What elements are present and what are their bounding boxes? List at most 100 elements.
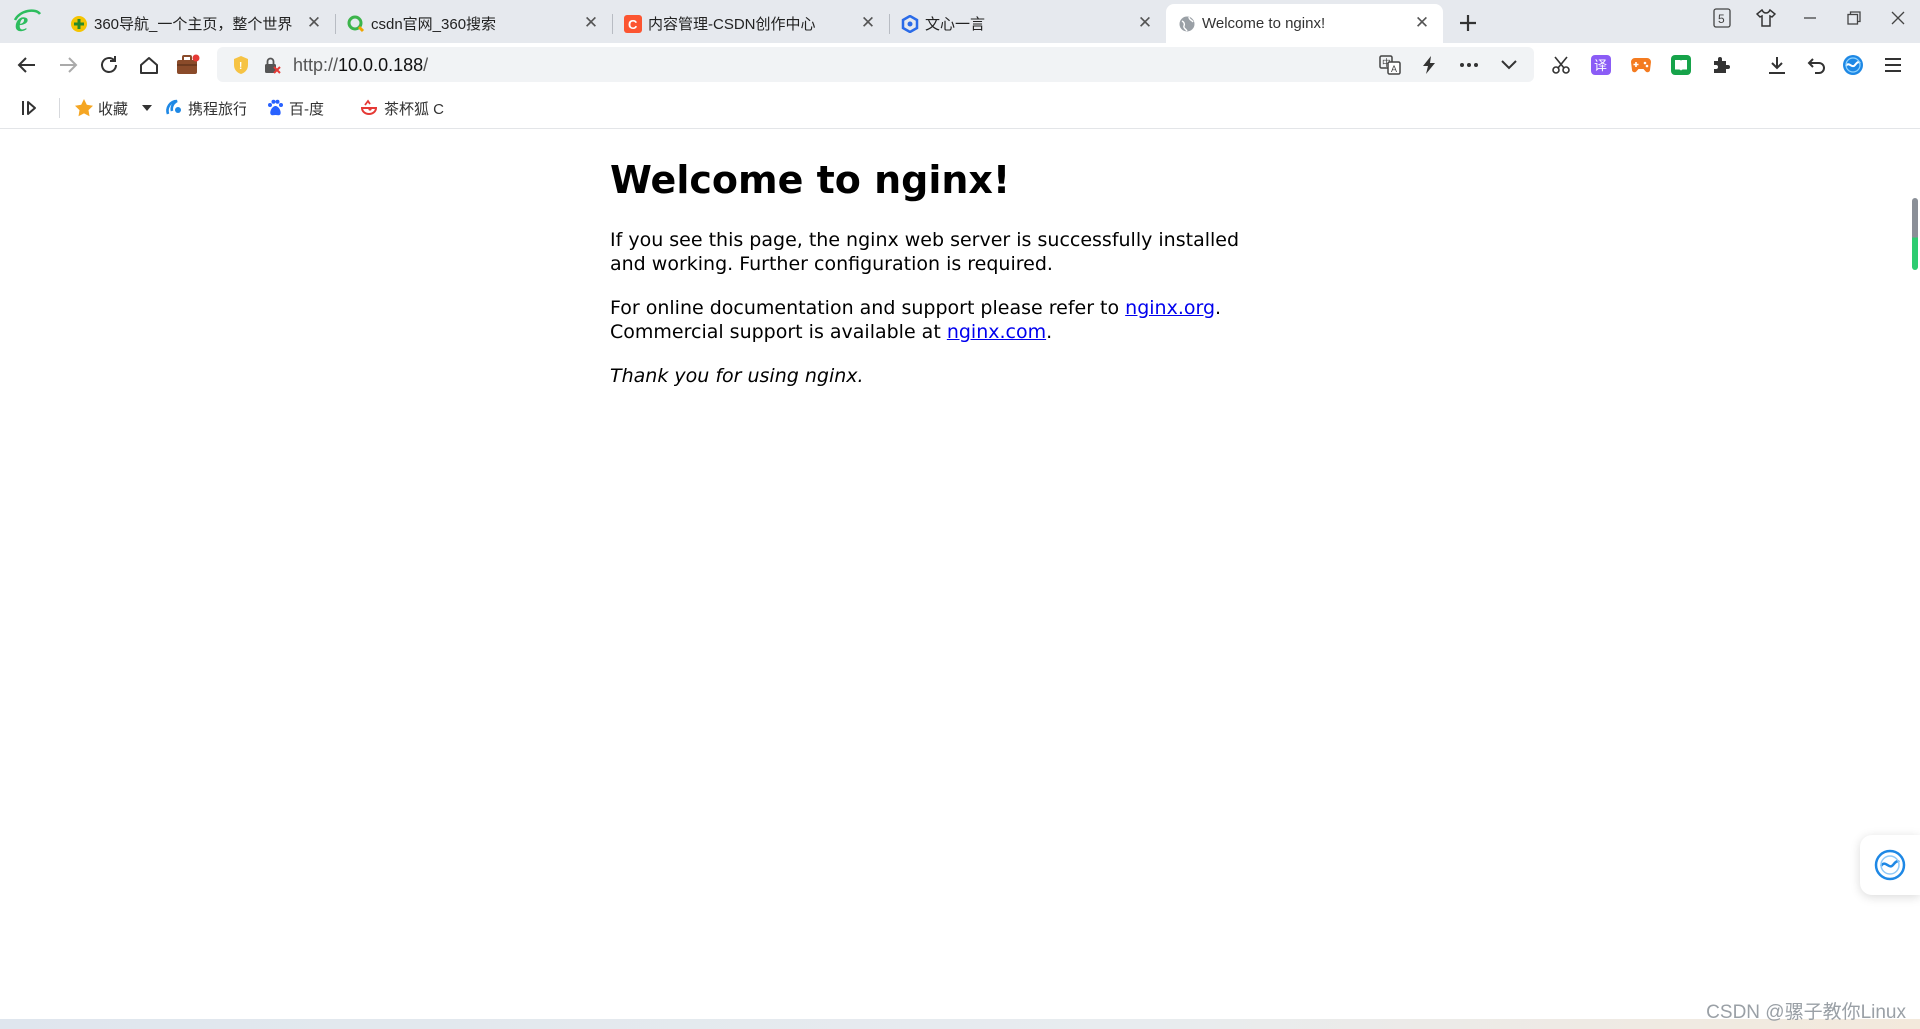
url-scheme: http:// <box>293 55 339 75</box>
forward-button[interactable] <box>53 50 83 80</box>
game-button[interactable] <box>1626 50 1656 80</box>
arrow-left-icon <box>17 57 35 73</box>
bookmark-ctrip[interactable]: 携程旅行 <box>164 97 246 119</box>
restore-button[interactable] <box>1832 0 1876 36</box>
browser-logo-icon[interactable]: e <box>10 4 44 38</box>
browser-window: e 360导航_一个主页，整个世界 ✕ csdn官网_360搜索 ✕ C 内容管… <box>0 0 1920 1029</box>
ai-assistant-button[interactable] <box>1838 50 1868 80</box>
docs-paragraph: For online documentation and support ple… <box>610 296 1260 344</box>
gamepad-icon <box>1631 58 1651 73</box>
close-icon[interactable]: ✕ <box>1413 14 1431 32</box>
bookmark-cupfox[interactable]: 茶杯狐 C <box>360 97 446 119</box>
close-icon <box>1891 11 1905 25</box>
skin-button[interactable] <box>1744 0 1788 36</box>
bookmarks-bar: 收藏 携程旅行 百-度 茶杯狐 C <box>0 86 1920 129</box>
book-icon <box>1671 55 1691 75</box>
csdn-icon: C <box>624 15 642 33</box>
svg-text:译: 译 <box>1594 59 1607 74</box>
tab-360-search[interactable]: csdn官网_360搜索 ✕ <box>335 4 612 43</box>
tab-nginx-welcome[interactable]: Welcome to nginx! ✕ <box>1166 4 1443 43</box>
floating-assistant-button[interactable] <box>1860 835 1920 895</box>
back-button[interactable] <box>12 50 42 80</box>
tab-title: 360导航_一个主页，整个世界 <box>94 16 293 33</box>
favorites-label: 收藏 <box>98 100 129 118</box>
tab-strip: e 360导航_一个主页，整个世界 ✕ csdn官网_360搜索 ✕ C 内容管… <box>0 0 1920 43</box>
translate-ext-button[interactable]: 译 <box>1586 50 1616 80</box>
tab-360-nav[interactable]: 360导航_一个主页，整个世界 ✕ <box>58 4 335 43</box>
360-nav-icon <box>70 15 88 33</box>
close-window-button[interactable] <box>1876 0 1920 36</box>
minimize-button[interactable] <box>1788 0 1832 36</box>
insecure-lock-icon[interactable] <box>260 53 284 77</box>
chevron-down-icon[interactable] <box>1497 53 1521 77</box>
url-text[interactable]: http://10.0.0.188/ <box>293 55 428 76</box>
nginx-welcome-content: Welcome to nginx! If you see this page, … <box>610 158 1260 408</box>
punctuation: . <box>1215 297 1222 319</box>
close-icon[interactable]: ✕ <box>859 14 877 32</box>
navigation-toolbar: ! http://10.0.0.188/ 中A 译 <box>0 43 1920 86</box>
bookmark-baidu[interactable]: 百-度 <box>265 97 324 119</box>
favorites-button[interactable]: 收藏 <box>74 97 153 119</box>
close-icon[interactable]: ✕ <box>582 14 600 32</box>
reader-button[interactable] <box>1666 50 1696 80</box>
undo-close-button[interactable] <box>1802 50 1832 80</box>
baidu-paw-icon <box>265 98 285 118</box>
globe-icon <box>1178 15 1196 33</box>
download-button[interactable] <box>1762 50 1792 80</box>
menu-button[interactable] <box>1878 50 1908 80</box>
sidebar-toggle-icon <box>22 101 36 115</box>
svg-text:A: A <box>1391 64 1397 74</box>
nginx-com-link[interactable]: nginx.com <box>947 321 1046 343</box>
caret-down-icon[interactable] <box>142 105 153 111</box>
punctuation: . <box>1046 321 1053 343</box>
translate-icon[interactable]: 中A <box>1378 53 1402 77</box>
360-search-icon <box>347 15 365 33</box>
tab-counter: 5 <box>1718 12 1725 26</box>
more-dots-icon[interactable] <box>1457 53 1481 77</box>
nginx-org-link[interactable]: nginx.org <box>1125 297 1215 319</box>
shirt-icon <box>1756 9 1776 27</box>
minimize-icon <box>1804 17 1816 19</box>
close-icon[interactable]: ✕ <box>1136 14 1154 32</box>
url-host: 10.0.0.188 <box>338 55 424 75</box>
status-strip <box>0 1019 1920 1029</box>
tab-list: 360导航_一个主页，整个世界 ✕ csdn官网_360搜索 ✕ C 内容管理-… <box>58 4 1443 43</box>
puzzle-icon <box>1714 57 1730 73</box>
tab-title: 内容管理-CSDN创作中心 <box>648 16 816 33</box>
reload-icon <box>101 56 117 73</box>
svg-text:!: ! <box>239 61 242 72</box>
url-path: / <box>423 55 429 75</box>
new-tab-button[interactable] <box>1453 8 1483 38</box>
address-bar[interactable]: ! http://10.0.0.188/ 中A <box>217 47 1534 82</box>
scrollbar-thumb[interactable] <box>1912 198 1918 270</box>
screenshot-button[interactable] <box>1546 50 1576 80</box>
reload-button[interactable] <box>94 50 124 80</box>
close-icon[interactable]: ✕ <box>305 14 323 32</box>
sidebar-toggle-button[interactable] <box>20 97 38 119</box>
scissors-icon <box>1552 56 1570 74</box>
home-button[interactable] <box>134 50 164 80</box>
shield-icon[interactable]: ! <box>229 53 253 77</box>
tab-wenxin[interactable]: 文心一言 ✕ <box>889 4 1166 43</box>
bookmark-label: 茶杯狐 C <box>384 100 445 118</box>
commercial-text: Commercial support is available at <box>610 321 947 343</box>
divider <box>59 98 60 118</box>
arrow-right-icon <box>60 57 78 73</box>
lightning-icon[interactable] <box>1417 53 1441 77</box>
undo-icon <box>1807 58 1825 74</box>
csdn-watermark: CSDN @骡子教你Linux <box>1706 1002 1906 1023</box>
plus-icon <box>1460 15 1476 31</box>
restore-icon <box>1847 11 1861 25</box>
home-icon <box>140 57 158 74</box>
toolbox-button[interactable] <box>173 50 203 80</box>
tab-csdn[interactable]: C 内容管理-CSDN创作中心 ✕ <box>612 4 889 43</box>
ai-assistant-icon <box>1874 849 1906 881</box>
cupfox-icon <box>360 98 380 118</box>
tab-title: csdn官网_360搜索 <box>371 16 497 33</box>
extensions-button[interactable] <box>1706 50 1736 80</box>
wenxin-icon <box>901 15 919 33</box>
window-controls: 5 <box>1700 0 1920 36</box>
bookmark-label: 百-度 <box>289 100 324 118</box>
tab-counter-button[interactable]: 5 <box>1700 0 1744 36</box>
hamburger-menu-icon <box>1885 58 1901 72</box>
